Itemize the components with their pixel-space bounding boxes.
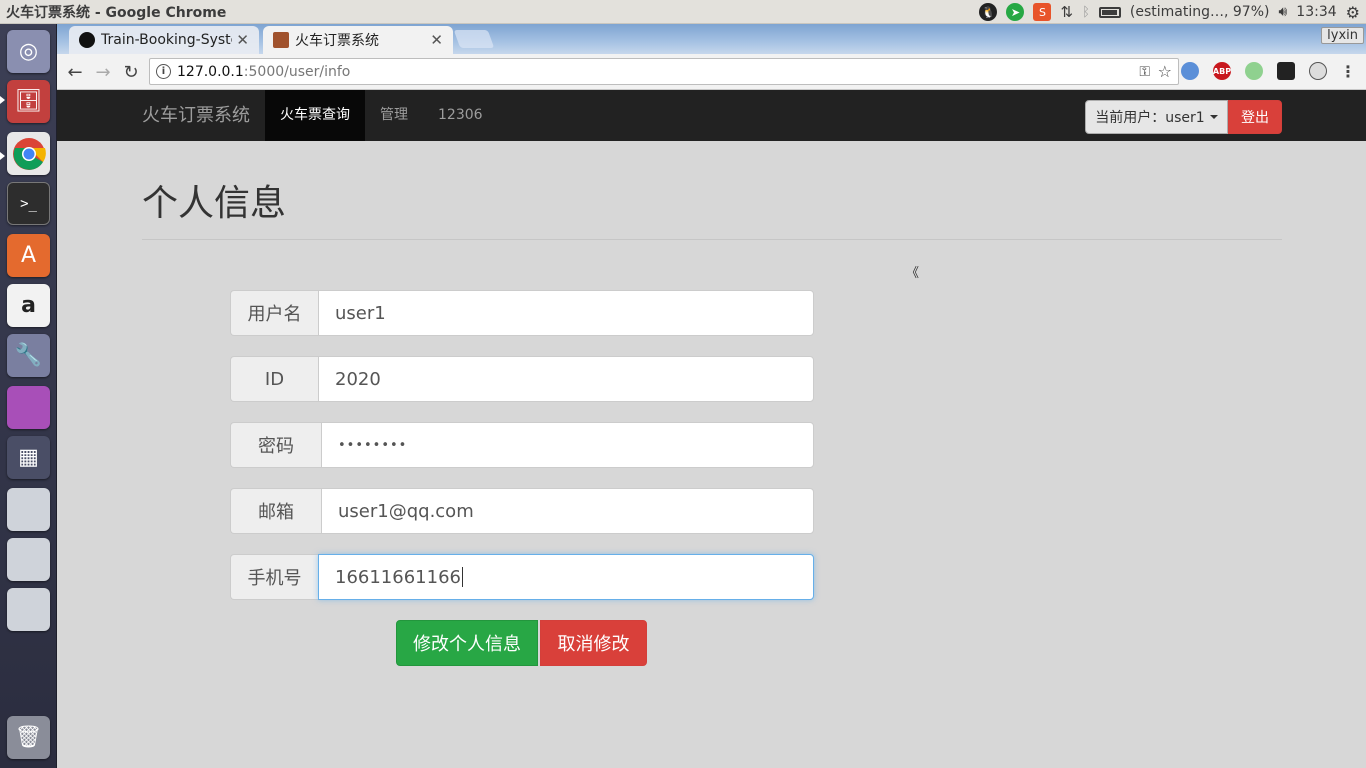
phone-input[interactable]: 16611661166 <box>318 554 814 600</box>
update-info-button[interactable]: 修改个人信息 <box>396 620 538 666</box>
software-center-icon[interactable]: A <box>7 234 50 277</box>
extension-icon[interactable] <box>1277 62 1295 80</box>
bluetooth-icon[interactable]: ᛒ <box>1082 5 1090 20</box>
field-label: 邮箱 <box>230 488 321 534</box>
running-indicator <box>0 96 5 104</box>
username-input[interactable]: user1 <box>318 290 814 336</box>
workspace-switcher-icon[interactable]: ▦ <box>7 436 50 479</box>
tab-strip: Train-Booking-Syste ✕ 火车订票系统 ✕ lyxin <box>57 24 1366 54</box>
site-info-icon[interactable]: i <box>156 64 171 79</box>
current-user-dropdown[interactable]: 当前用户：user1 <box>1085 100 1228 134</box>
qq-icon[interactable]: 🐧 <box>979 3 998 21</box>
form-group-id: ID 2020 <box>230 356 814 402</box>
drive-icon[interactable] <box>7 488 50 531</box>
address-bar[interactable]: i 127.0.0.1:5000/user/info ⚿ ☆ <box>149 58 1179 85</box>
tab-title: Train-Booking-Syste <box>101 32 233 48</box>
current-user-label: 当前用户：user1 <box>1095 110 1205 126</box>
navbar-brand[interactable]: 火车订票系统 <box>142 90 250 141</box>
cancel-edit-button[interactable]: 取消修改 <box>540 620 647 666</box>
reload-icon[interactable]: ↻ <box>119 60 143 84</box>
nav-link-ticket-search[interactable]: 火车票查询 <box>265 90 365 141</box>
battery-icon[interactable] <box>1098 6 1121 18</box>
network-icon[interactable]: ⇅ <box>1060 3 1073 21</box>
amazon-icon[interactable]: a <box>7 284 50 327</box>
field-label: 用户名 <box>230 290 318 336</box>
id-input[interactable]: 2020 <box>318 356 814 402</box>
extension-icon[interactable] <box>1181 62 1199 80</box>
github-icon <box>79 32 95 48</box>
text-cursor <box>461 567 463 587</box>
collapse-icon[interactable]: 《 <box>906 262 919 281</box>
url-path: :5000/user/info <box>243 63 351 80</box>
forward-icon[interactable]: → <box>91 60 115 84</box>
settings-gear-icon[interactable]: ⚙ <box>1346 3 1360 22</box>
page-title: 个人信息 <box>142 183 287 224</box>
form-group-username: 用户名 user1 <box>230 290 814 336</box>
url-host: 127.0.0.1 <box>177 63 244 80</box>
ubuntu-dash-icon[interactable]: ◎ <box>7 30 50 73</box>
tab-train-booking[interactable]: 火车订票系统 ✕ <box>263 26 453 54</box>
nav-link-manage[interactable]: 管理 <box>365 90 423 141</box>
password-input[interactable]: •••••••• <box>321 422 814 468</box>
battery-status: (estimating…, 97%) <box>1129 4 1270 20</box>
logout-button[interactable]: 登出 <box>1228 100 1282 134</box>
running-indicator <box>0 152 5 160</box>
files-icon[interactable]: 🗄 <box>7 80 50 123</box>
chrome-icon[interactable] <box>7 132 50 175</box>
tab-title: 火车订票系统 <box>295 33 379 49</box>
browser-toolbar: ← → ↻ i 127.0.0.1:5000/user/info ⚿ ☆ ABP… <box>57 54 1366 90</box>
unity-launcher: ◎ 🗄 >_ A a 🔧 ▦ 🗑 <box>0 24 57 768</box>
form-group-phone: 手机号 16611661166 <box>230 554 814 600</box>
close-icon[interactable]: ✕ <box>236 31 249 49</box>
field-label: ID <box>230 356 318 402</box>
app-icon[interactable] <box>7 386 50 429</box>
caret-down-icon <box>1209 115 1218 119</box>
form-group-password: 密码 •••••••• <box>230 422 814 468</box>
drive-icon[interactable] <box>7 538 50 581</box>
divider <box>142 239 1282 240</box>
drive-icon[interactable] <box>7 588 50 631</box>
terminal-icon[interactable]: >_ <box>7 182 50 225</box>
system-tray: 🐧 ➤ S ⇅ ᛒ (estimating…, 97%) 🔊︎ 13:34 ⚙ <box>979 0 1360 24</box>
extension-icon[interactable] <box>1245 62 1263 80</box>
clock[interactable]: 13:34 <box>1296 4 1336 20</box>
site-navbar: 火车订票系统 火车票查询 管理 12306 当前用户：user1 登出 <box>57 90 1366 141</box>
trash-icon[interactable]: 🗑 <box>7 716 50 759</box>
field-label: 手机号 <box>230 554 318 600</box>
favicon-icon <box>273 32 289 48</box>
bookmark-star-icon[interactable]: ☆ <box>1158 62 1172 81</box>
close-icon[interactable]: ✕ <box>430 31 443 49</box>
volume-icon[interactable]: 🔊︎ <box>1278 4 1287 20</box>
form-group-email: 邮箱 user1@qq.com <box>230 488 814 534</box>
adblock-plus-icon[interactable]: ABP <box>1213 62 1231 80</box>
profile-button[interactable]: lyxin <box>1321 27 1364 44</box>
system-settings-icon[interactable]: 🔧 <box>7 334 50 377</box>
back-icon[interactable]: ← <box>63 60 87 84</box>
new-tab-button[interactable] <box>453 30 495 48</box>
phone-value: 16611661166 <box>335 566 461 588</box>
telegram-icon[interactable]: ➤ <box>1006 3 1025 21</box>
window-title: 火车订票系统 - Google Chrome <box>6 4 227 21</box>
email-input[interactable]: user1@qq.com <box>321 488 814 534</box>
key-icon[interactable]: ⚿ <box>1139 64 1150 80</box>
nav-link-12306[interactable]: 12306 <box>423 90 498 141</box>
sogou-input-icon[interactable]: S <box>1033 3 1052 21</box>
chrome-logo-icon <box>12 137 46 170</box>
os-top-panel: 火车订票系统 - Google Chrome 🐧 ➤ S ⇅ ᛒ (estima… <box>0 0 1366 24</box>
menu-kebab-icon[interactable]: ⋮ <box>1339 62 1357 81</box>
tab-github[interactable]: Train-Booking-Syste ✕ <box>69 26 259 54</box>
extension-icon[interactable] <box>1309 62 1327 80</box>
field-label: 密码 <box>230 422 321 468</box>
